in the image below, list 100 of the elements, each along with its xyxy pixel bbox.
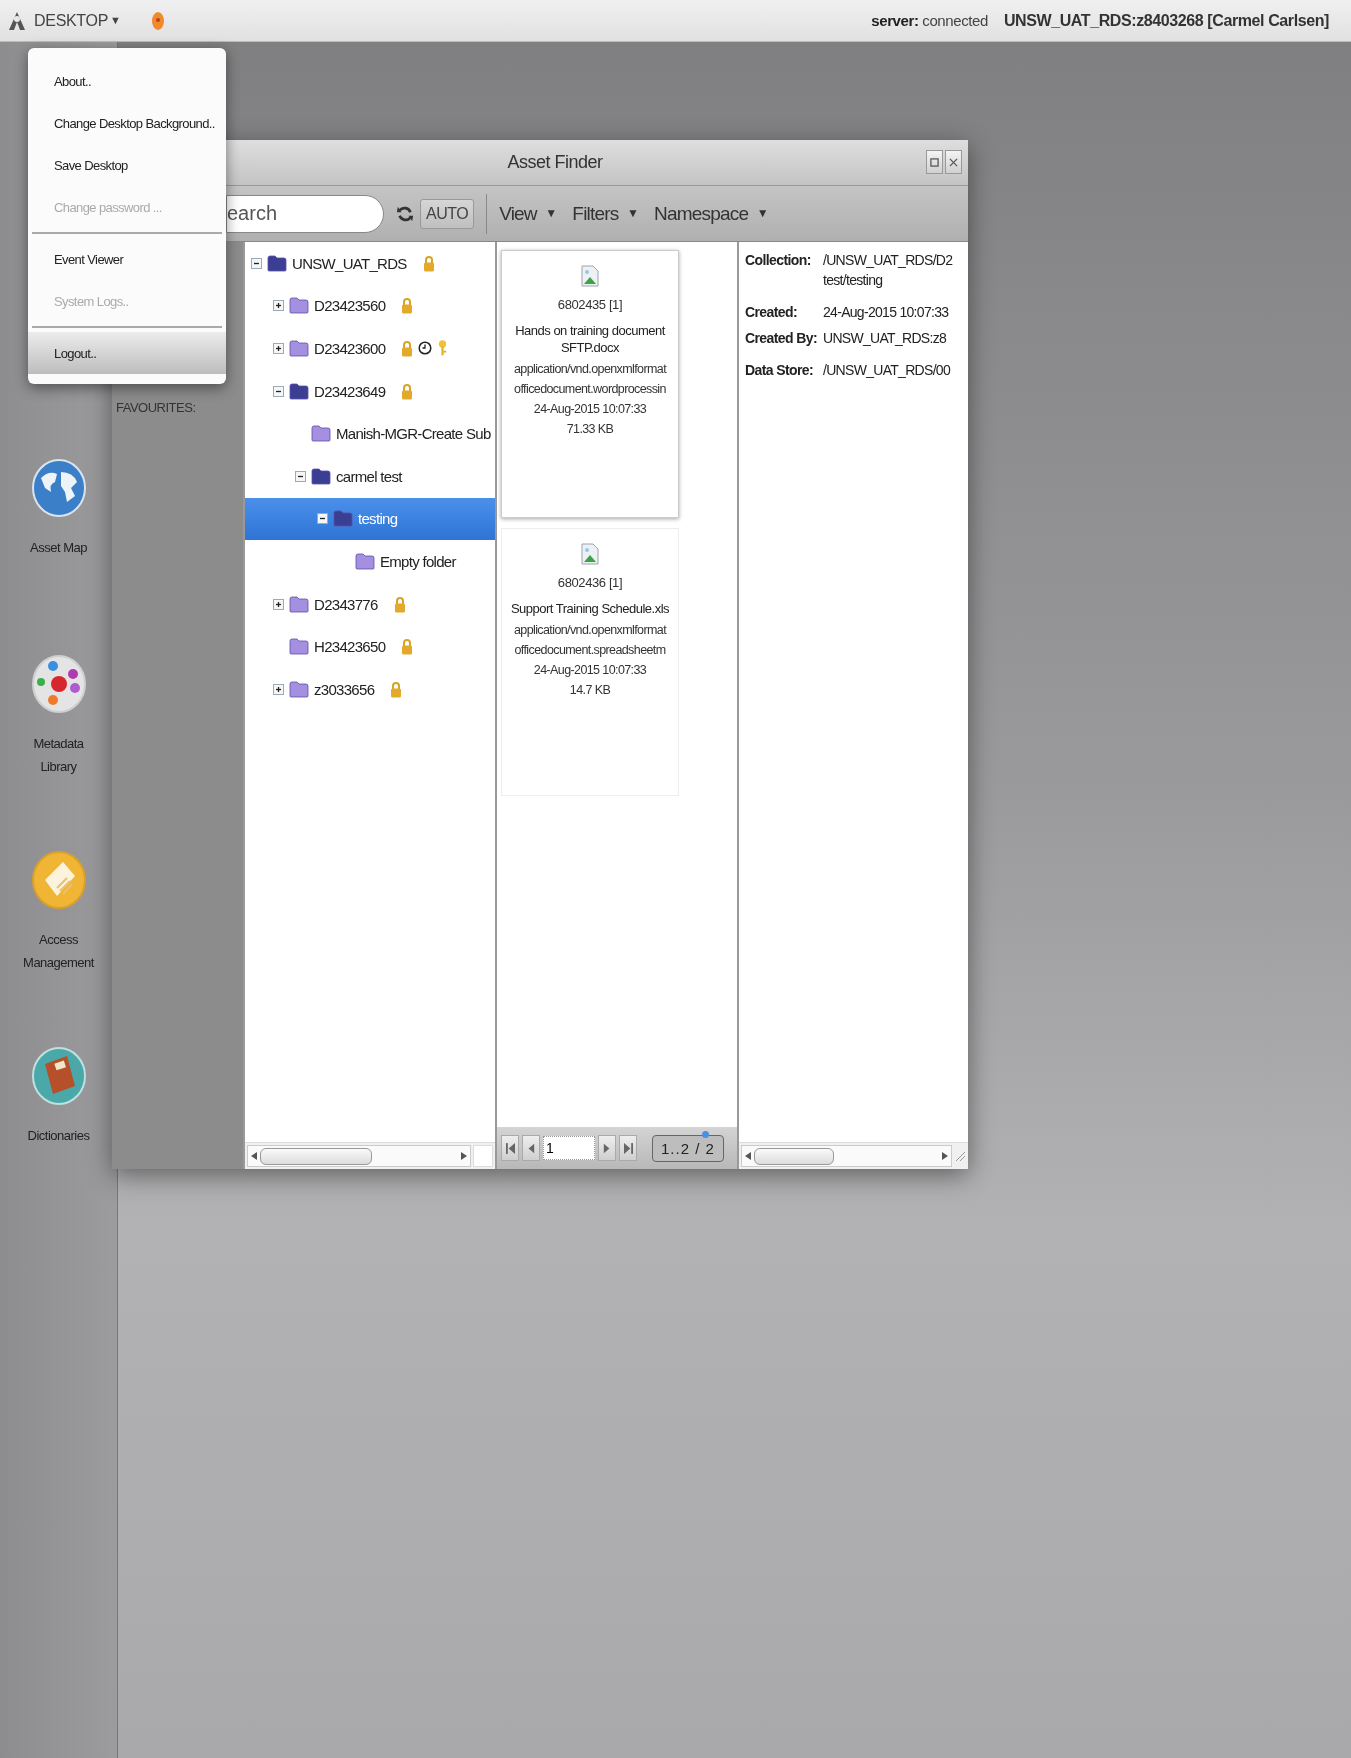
detail-value: 24-Aug-2015 10:07:33 — [823, 303, 949, 322]
asset-card[interactable]: 6802435 [1] Hands on training document SFTP.docx application/vnd.openxmlformat officedocument.wordprocessin 24-Aug-2015 10:07:33 71.33 KB — [501, 250, 679, 518]
tree-item-label[interactable]: D23423600 — [314, 340, 386, 357]
detail-label: Collection: — [745, 251, 812, 270]
menu-item[interactable]: Save Desktop — [28, 144, 226, 186]
tree-item[interactable]: D23423600 — [245, 327, 495, 370]
broken-image-icon — [581, 543, 599, 565]
detail-label: Created: — [745, 303, 798, 322]
auto-button[interactable]: AUTO — [420, 198, 475, 229]
page-field[interactable]: 1 — [543, 1136, 595, 1160]
asset-mime-type: officedocument.wordprocessin — [514, 381, 666, 398]
tree-item[interactable]: D23423649 — [245, 369, 495, 413]
next-page-button[interactable] — [598, 1135, 616, 1161]
detail-value: /UNSW_UAT_RDS/D2 test/testing — [823, 251, 953, 290]
collapse-icon[interactable] — [295, 470, 306, 482]
resize-grip-icon[interactable] — [954, 1150, 966, 1162]
folder-icon — [289, 638, 309, 656]
globe-icon[interactable] — [30, 458, 87, 518]
dock-label[interactable]: Metadata Library — [18, 732, 99, 778]
menu-item[interactable]: Logout.. — [28, 332, 226, 374]
scroll-right-icon[interactable] — [461, 1152, 467, 1160]
tree-item-label[interactable]: z3033656 — [314, 680, 375, 698]
detail-value: UNSW_UAT_RDS:z8 — [823, 329, 947, 348]
toolbar-menu[interactable]: Namespace $^{▼}$ — [654, 202, 780, 225]
maximize-button[interactable] — [926, 150, 943, 174]
tree-item-label[interactable]: testing — [358, 510, 398, 528]
asset-date: 24-Aug-2015 10:07:33 — [533, 401, 647, 418]
expand-icon[interactable] — [273, 300, 284, 312]
tree-item-label[interactable]: D23423560 — [314, 297, 386, 315]
desktop-menu-button[interactable]: DESKTOP$^{▼}$ — [32, 11, 123, 30]
folder-icon — [289, 297, 309, 315]
horizontal-scrollbar[interactable] — [247, 1145, 471, 1167]
favourites-heading: FAVOURITES: — [116, 400, 196, 415]
tree-item[interactable]: UNSW_UAT_RDS — [245, 242, 495, 285]
folder-icon — [267, 254, 287, 272]
search-field[interactable]: earch — [226, 194, 384, 233]
first-page-button[interactable] — [501, 1135, 519, 1161]
last-page-button[interactable] — [619, 1135, 637, 1161]
tree-item-label[interactable]: D23423649 — [314, 382, 386, 400]
asset-id: 6802436 [1] — [557, 575, 623, 590]
dock-label[interactable]: Asset Map — [18, 536, 99, 559]
last-page-icon[interactable] — [623, 1141, 633, 1155]
tree-item-label[interactable]: UNSW_UAT_RDS — [292, 254, 407, 272]
user-label: UNSW_UAT_RDS:z8403268 [Carmel Carlsen] — [1003, 11, 1329, 30]
detail-label: Data Store: — [745, 361, 815, 380]
first-page-icon[interactable] — [505, 1141, 515, 1155]
asset-name: Support Training Schedule.xls — [509, 600, 671, 617]
asset-id: 6802435 [1] — [557, 297, 623, 312]
toolbar-menu[interactable]: View $^{▼}$ — [499, 202, 569, 225]
folder-icon — [333, 510, 353, 528]
collapse-icon[interactable] — [273, 385, 284, 397]
menu-item[interactable]: Event Viewer — [28, 238, 226, 280]
dock-label[interactable]: Dictionaries — [18, 1124, 99, 1147]
next-page-icon[interactable] — [603, 1141, 611, 1155]
tree-item[interactable]: testing — [245, 497, 495, 541]
app-icon[interactable] — [150, 10, 165, 31]
expand-icon[interactable] — [273, 343, 284, 354]
asset-date: 24-Aug-2015 10:07:33 — [533, 662, 647, 679]
toolbar-menu[interactable]: Filters $^{▼}$ — [572, 202, 651, 225]
tree-item-label[interactable]: Manish-MGR-Create Sub — [336, 425, 491, 443]
menu-item[interactable]: Change Desktop Background.. — [28, 102, 226, 144]
menu-item[interactable]: About.. — [28, 60, 226, 102]
asset-mime-type: application/vnd.openxmlformat — [513, 361, 667, 378]
folder-icon — [311, 467, 331, 485]
scroll-left-icon[interactable] — [251, 1152, 257, 1160]
tree-item[interactable]: H23423650 — [245, 625, 495, 668]
tree-item[interactable]: D2343776 — [245, 582, 495, 626]
scroll-right-icon[interactable] — [942, 1152, 948, 1160]
previous-page-icon[interactable] — [527, 1141, 535, 1155]
folder-icon — [355, 552, 375, 570]
collapse-icon[interactable] — [251, 257, 262, 269]
tree-item[interactable]: Manish-MGR-Create Sub — [245, 412, 495, 455]
previous-page-button[interactable] — [522, 1135, 540, 1161]
tree-item-label[interactable]: carmel test — [336, 467, 402, 485]
close-icon[interactable] — [949, 157, 958, 167]
tree-item-label[interactable]: H23423650 — [314, 638, 386, 656]
logo-icon — [8, 10, 26, 31]
tree-item[interactable]: z3033656 — [245, 667, 495, 711]
asset-size: 71.33 KB — [566, 421, 614, 438]
tree-item[interactable]: Empty folder — [245, 540, 495, 583]
tree-item[interactable]: D23423560 — [245, 284, 495, 328]
asset-card[interactable]: 6802436 [1] Support Training Schedule.xls application/vnd.openxmlformat officedocument.spreadsheetm 24-Aug-2015 10:07:33 14.7 KB — [501, 528, 679, 796]
scroll-left-icon[interactable] — [745, 1152, 751, 1160]
expand-icon[interactable] — [273, 598, 284, 610]
asset-size: 14.7 KB — [569, 682, 611, 699]
dock-label[interactable]: Access Management — [18, 928, 99, 974]
collapse-icon[interactable] — [317, 513, 328, 525]
broken-image-icon — [581, 265, 599, 287]
metadata-icon[interactable] — [30, 654, 87, 714]
server-status: server: connected — [871, 12, 988, 29]
book-icon[interactable] — [30, 1046, 87, 1106]
horizontal-scrollbar[interactable] — [741, 1145, 952, 1167]
expand-icon[interactable] — [273, 683, 284, 695]
folder-icon — [311, 425, 331, 443]
tree-item-label[interactable]: Empty folder — [380, 552, 456, 570]
card-icon[interactable] — [30, 850, 87, 910]
tree-item-label[interactable]: D2343776 — [314, 595, 378, 613]
close-button[interactable] — [945, 150, 962, 174]
tree-item[interactable]: carmel test — [245, 454, 495, 498]
maximize-icon[interactable] — [930, 157, 939, 167]
